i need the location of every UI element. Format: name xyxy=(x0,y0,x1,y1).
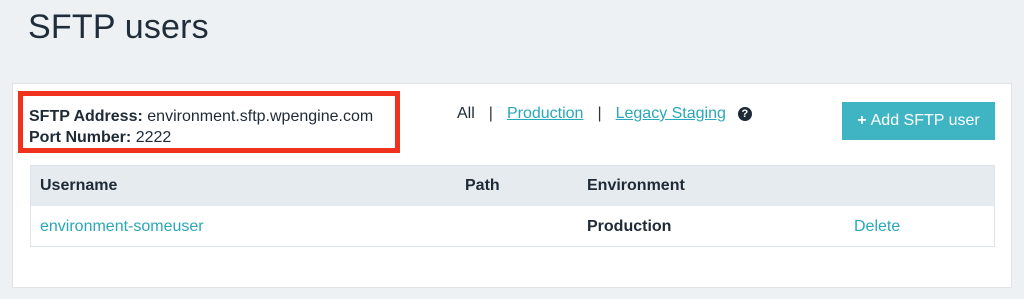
column-header-path: Path xyxy=(465,177,500,194)
table-header: Username Path Environment xyxy=(31,166,994,206)
username-link[interactable]: environment-someuser xyxy=(40,218,204,236)
help-icon[interactable]: ? xyxy=(737,107,752,121)
column-header-username: Username xyxy=(40,177,118,194)
filter-all[interactable]: All xyxy=(457,104,475,124)
page-title: SFTP users xyxy=(28,8,209,46)
filter-separator: | xyxy=(488,105,493,122)
sftp-users-table: Username Path Environment environment-so… xyxy=(30,165,995,247)
delete-link[interactable]: Delete xyxy=(854,218,900,236)
column-header-environment: Environment xyxy=(587,177,685,194)
add-sftp-user-label: Add SFTP user xyxy=(870,112,980,129)
add-sftp-user-button[interactable]: + Add SFTP user xyxy=(842,102,995,140)
filter-separator: | xyxy=(597,105,602,122)
table-row: environment-someuser Production Delete xyxy=(31,206,994,246)
filter-legacy-staging-link[interactable]: Legacy Staging xyxy=(616,104,726,124)
highlight-annotation-box xyxy=(18,91,400,153)
environment-filter: All | Production | Legacy Staging ? xyxy=(457,104,752,124)
filter-production-link[interactable]: Production xyxy=(507,104,584,124)
environment-cell: Production xyxy=(587,218,672,235)
plus-icon: + xyxy=(857,112,867,129)
